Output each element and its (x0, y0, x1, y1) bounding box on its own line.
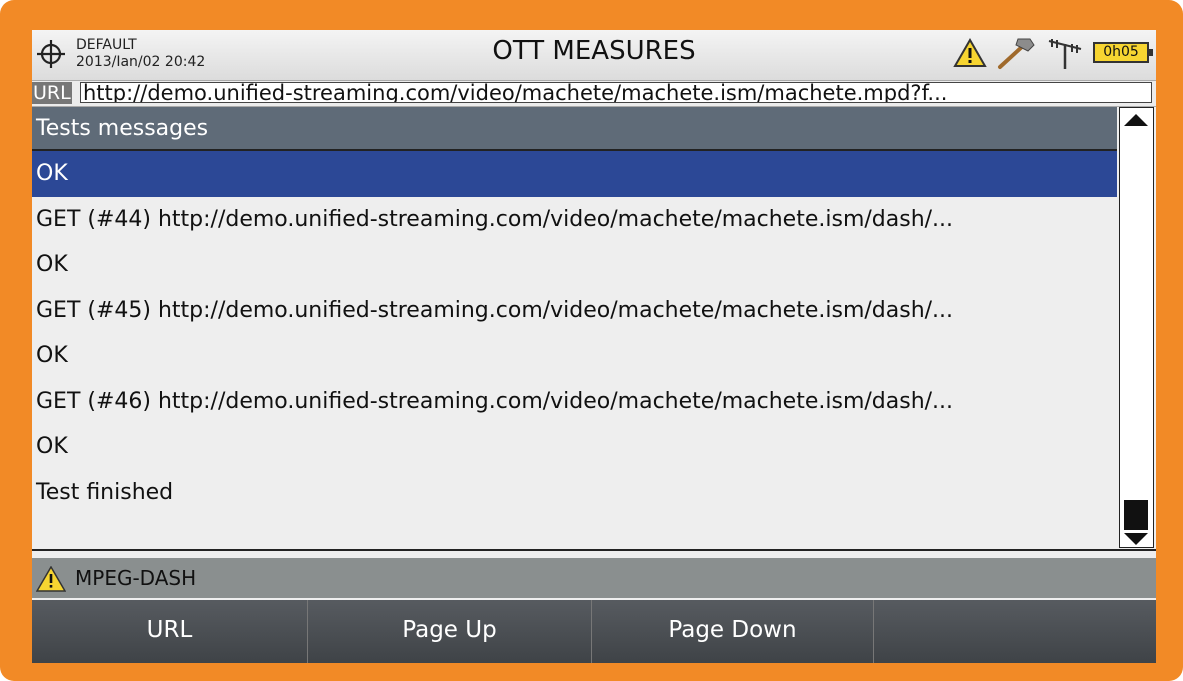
list-header: Tests messages (32, 107, 1117, 151)
scroll-up-arrow-icon[interactable] (1124, 114, 1148, 126)
empty-softkey[interactable] (874, 600, 1156, 663)
page-title: OTT MEASURES (492, 36, 696, 66)
list-item[interactable]: GET (#44) http://demo.unified-streaming.… (32, 197, 1117, 243)
url-field[interactable]: http://demo.unified-streaming.com/video/… (80, 82, 1152, 103)
hammer-icon[interactable] (994, 37, 1036, 71)
list-item[interactable]: OK (32, 333, 1117, 379)
list-item[interactable]: GET (#46) http://demo.unified-streaming.… (32, 379, 1117, 425)
list-item[interactable]: OK (32, 151, 1117, 197)
status-bar: MPEG-DASH (32, 558, 1156, 598)
scrollbar-thumb[interactable] (1124, 500, 1148, 530)
list-item[interactable]: GET (#45) http://demo.unified-streaming.… (32, 288, 1117, 334)
page-down-button[interactable]: Page Down (592, 600, 874, 663)
messages-list[interactable]: OK GET (#44) http://demo.unified-streami… (32, 151, 1117, 550)
screen: DEFAULT 2013/Ian/02 20:42 OTT MEASURES 0… (32, 30, 1156, 663)
page-up-button[interactable]: Page Up (308, 600, 592, 663)
list-item[interactable]: OK (32, 424, 1117, 470)
warning-icon (36, 566, 66, 592)
scrollbar[interactable] (1119, 107, 1154, 548)
status-text: MPEG-DASH (75, 566, 197, 590)
antenna-icon[interactable] (1046, 38, 1084, 70)
battery-indicator: 0h05 (1093, 42, 1153, 63)
softkey-bar: URL Page Up Page Down (32, 600, 1156, 663)
list-item[interactable]: OK (32, 242, 1117, 288)
device-frame: DEFAULT 2013/Ian/02 20:42 OTT MEASURES 0… (0, 0, 1183, 681)
url-button[interactable]: URL (32, 600, 308, 663)
list-item[interactable]: Test finished (32, 470, 1117, 516)
scroll-down-arrow-icon[interactable] (1124, 533, 1148, 545)
url-bar[interactable]: URL http://demo.unified-streaming.com/vi… (32, 80, 1156, 107)
divider (32, 549, 1156, 551)
header-bar: DEFAULT 2013/Ian/02 20:42 OTT MEASURES 0… (32, 30, 1156, 80)
url-label: URL (32, 82, 72, 104)
warning-icon[interactable] (953, 38, 987, 68)
